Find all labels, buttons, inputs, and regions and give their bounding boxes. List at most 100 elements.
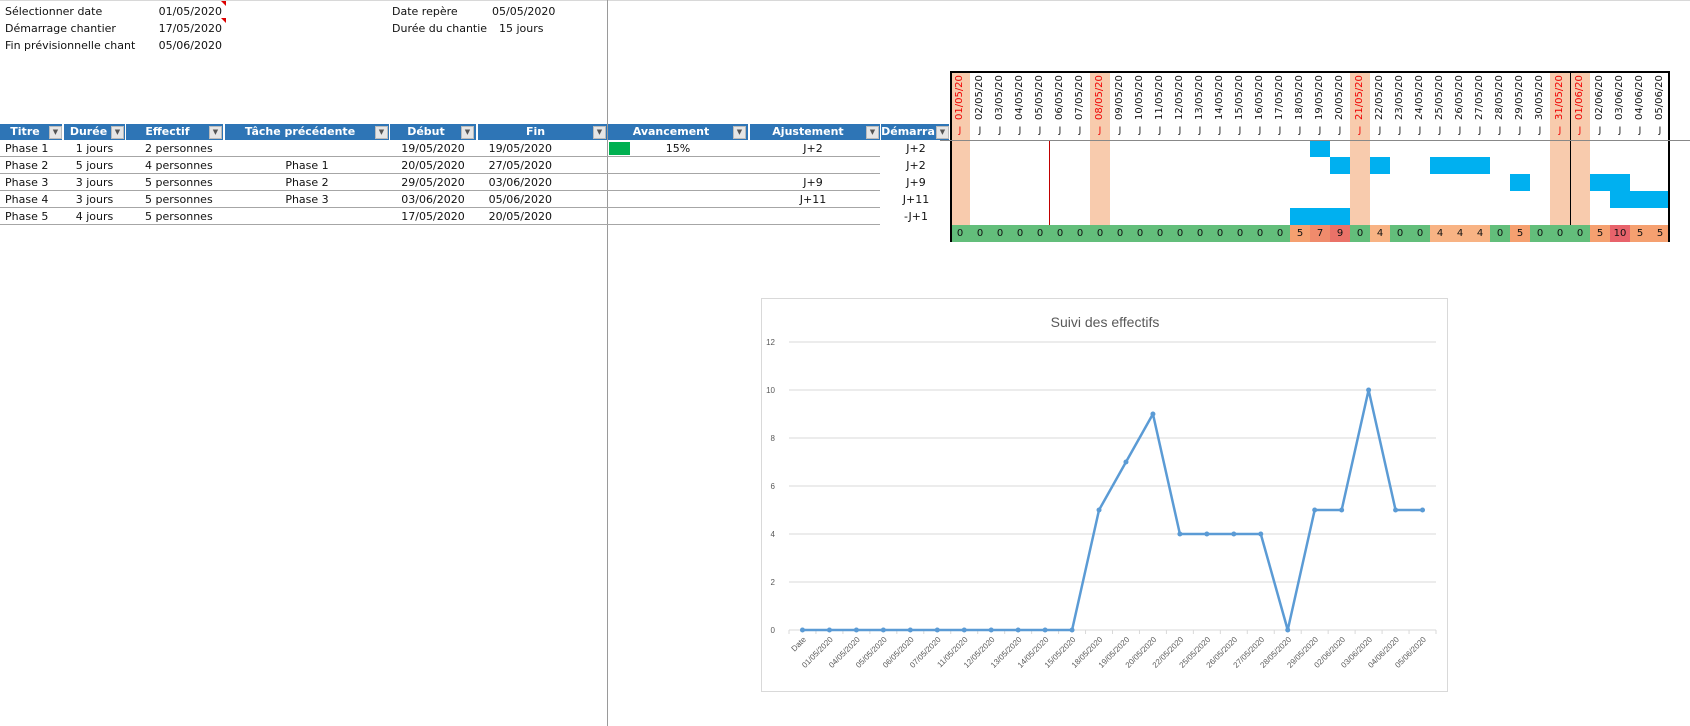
data-point [1258, 531, 1264, 537]
cell-demarrage[interactable]: J+2 [881, 140, 951, 157]
cell-tache-precedente[interactable] [225, 208, 389, 225]
data-point [1150, 411, 1156, 417]
data-point [880, 627, 886, 633]
cell-fin[interactable]: 20/05/2020 [478, 208, 552, 225]
data-point [1204, 531, 1210, 537]
filter-dropdown-icon[interactable]: ▼ [593, 126, 606, 139]
cell-duree[interactable]: 3 jours [64, 174, 125, 191]
data-point [1042, 627, 1048, 633]
filter-dropdown-icon[interactable]: ▼ [733, 126, 746, 139]
cell-demarrage[interactable]: J+2 [881, 157, 951, 174]
cell-avancement[interactable] [640, 191, 716, 208]
data-point [1339, 507, 1345, 513]
chart-suivi-effectifs[interactable]: Suivi des effectifs 0 2 4 6 8 10 12 Date 01/05/2… [761, 298, 1448, 692]
cell-avancement[interactable] [640, 208, 716, 225]
cell-duree[interactable]: 5 jours [64, 157, 125, 174]
data-point [934, 627, 940, 633]
filter-dropdown-icon[interactable]: ▼ [866, 126, 879, 139]
y-tick-label: 6 [771, 482, 776, 491]
line-chart: Suivi des effectifs 024681012Date01/05/2… [766, 314, 1437, 670]
duration-value: 15 jours [499, 22, 544, 35]
cell-debut[interactable]: 20/05/2020 [390, 157, 476, 174]
cell-debut[interactable]: 19/05/2020 [390, 140, 476, 157]
gantt-frame [950, 71, 1670, 242]
cell-ajustement[interactable]: J+9 [750, 174, 876, 191]
cell-avancement[interactable] [640, 157, 716, 174]
cell-effectif[interactable]: 5 personnes [145, 191, 224, 208]
cell-duree[interactable]: 4 jours [64, 208, 125, 225]
cell-avancement[interactable] [640, 174, 716, 191]
data-point [1123, 459, 1129, 465]
comment-indicator-icon [221, 1, 226, 6]
data-point [1393, 507, 1399, 513]
cell-ajustement[interactable] [750, 208, 876, 225]
data-point [1177, 531, 1183, 537]
y-tick-label: 0 [771, 626, 776, 635]
filter-dropdown-icon[interactable]: ▼ [209, 126, 222, 139]
cell-debut[interactable]: 03/06/2020 [390, 191, 476, 208]
y-tick-label: 12 [766, 338, 775, 347]
cell-tache-precedente[interactable]: Phase 2 [225, 174, 389, 191]
x-tick-label: Date [790, 635, 809, 654]
cell-fin[interactable]: 05/06/2020 [478, 191, 552, 208]
cell-effectif[interactable]: 5 personnes [145, 208, 224, 225]
cell-effectif[interactable]: 5 personnes [145, 174, 224, 191]
data-point [1015, 627, 1021, 633]
header-fin[interactable]: Fin [478, 124, 607, 140]
data-point [988, 627, 994, 633]
data-point [961, 627, 967, 633]
filter-dropdown-icon[interactable]: ▼ [49, 126, 62, 139]
cell-ajustement[interactable]: J+2 [750, 140, 876, 157]
header-ajustement[interactable]: Ajustement [750, 124, 880, 140]
end-value[interactable]: 05/06/2020 [150, 37, 222, 54]
data-point [1312, 507, 1318, 513]
cell-tache-precedente[interactable]: Phase 3 [225, 191, 389, 208]
cell-fin[interactable]: 19/05/2020 [478, 140, 552, 157]
cell-fin[interactable]: 27/05/2020 [478, 157, 552, 174]
select-date-label: Sélectionner date [5, 5, 103, 18]
cell-titre[interactable]: Phase 3 [5, 174, 63, 191]
cell-fin[interactable]: 03/06/2020 [478, 174, 552, 191]
ref-date-value[interactable]: 05/05/2020 [492, 3, 555, 20]
header-avancement[interactable]: Avancement [608, 124, 748, 140]
sheet-gridline [0, 0, 1690, 1]
cell-titre[interactable]: Phase 1 [5, 140, 63, 157]
data-point [826, 627, 832, 633]
cell-tache-precedente[interactable]: Phase 1 [225, 157, 389, 174]
cell-demarrage[interactable]: J+9 [881, 174, 951, 191]
cell-titre[interactable]: Phase 5 [5, 208, 63, 225]
filter-dropdown-icon[interactable]: ▼ [111, 126, 124, 139]
start-label: Démarrage chantier [5, 22, 116, 35]
cell-titre[interactable]: Phase 2 [5, 157, 63, 174]
cell-avancement[interactable]: 15% [640, 140, 716, 157]
y-tick-label: 2 [771, 578, 776, 587]
cell-ajustement[interactable]: J+11 [750, 191, 876, 208]
end-label: Fin prévisionnelle chant [5, 39, 136, 52]
cell-debut[interactable]: 29/05/2020 [390, 174, 476, 191]
cell-ajustement[interactable] [750, 157, 876, 174]
cell-effectif[interactable]: 4 personnes [145, 157, 224, 174]
series-line [802, 388, 1423, 632]
cell-duree[interactable]: 3 jours [64, 191, 125, 208]
filter-dropdown-icon[interactable]: ▼ [936, 126, 949, 139]
data-point [799, 627, 805, 633]
cell-effectif[interactable]: 2 personnes [145, 140, 224, 157]
cell-demarrage[interactable]: -J+1 [881, 208, 951, 225]
comment-indicator-icon [221, 18, 226, 23]
duration-label: Durée du chantie [392, 22, 488, 35]
header-tache-precedente[interactable]: Tâche précédente [225, 124, 389, 140]
data-point [1231, 531, 1237, 537]
filter-dropdown-icon[interactable]: ▼ [375, 126, 388, 139]
cell-titre[interactable]: Phase 4 [5, 191, 63, 208]
y-tick-label: 10 [766, 386, 775, 395]
cell-tache-precedente[interactable] [225, 140, 389, 157]
cell-duree[interactable]: 1 jours [64, 140, 125, 157]
filter-dropdown-icon[interactable]: ▼ [461, 126, 474, 139]
select-date-value[interactable]: 01/05/2020 [150, 3, 222, 20]
start-value[interactable]: 17/05/2020 [150, 20, 222, 37]
data-point [907, 627, 913, 633]
y-tick-label: 8 [771, 434, 776, 443]
cell-demarrage[interactable]: J+11 [881, 191, 951, 208]
cell-debut[interactable]: 17/05/2020 [390, 208, 476, 225]
y-tick-label: 4 [771, 530, 776, 539]
